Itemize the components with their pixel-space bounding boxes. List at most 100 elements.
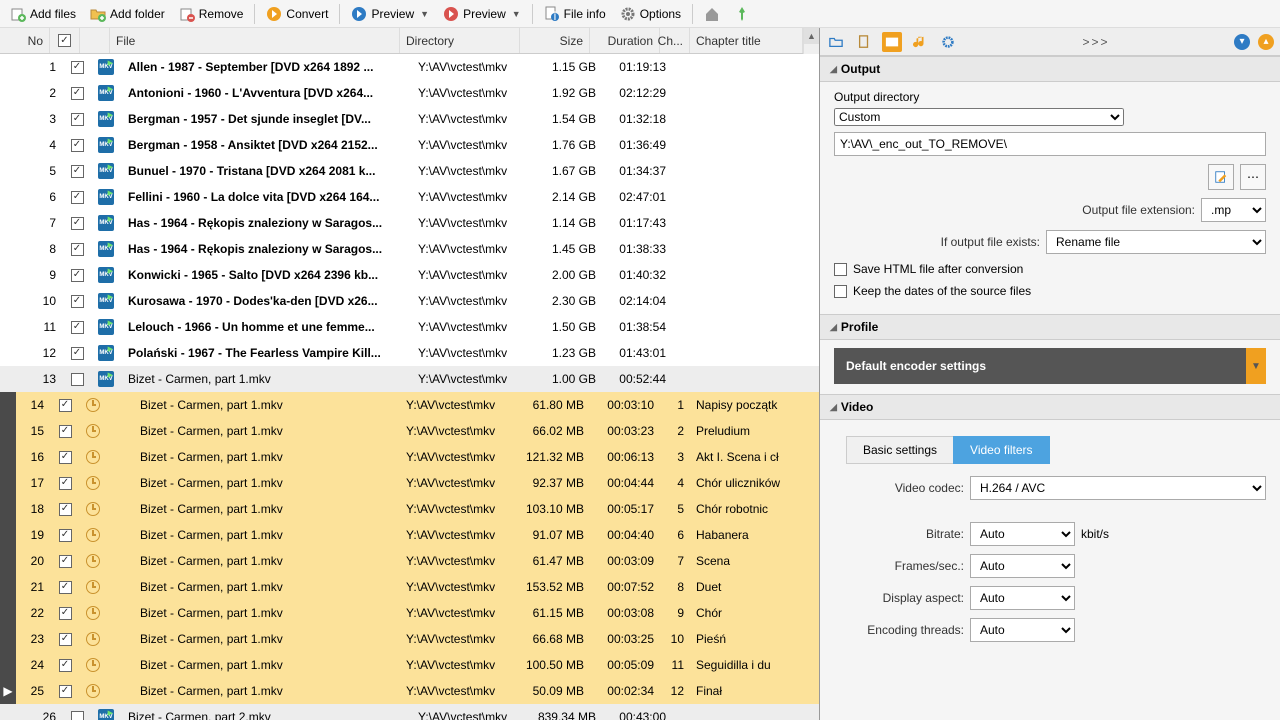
table-row[interactable]: 23Bizet - Carmen, part 1.mkvY:\AV\vctest… [0, 626, 819, 652]
options-button[interactable]: Options [614, 3, 687, 25]
cell-check[interactable] [62, 288, 92, 314]
cell-check[interactable] [50, 652, 80, 678]
cell-check[interactable] [50, 574, 80, 600]
table-row[interactable]: 12MKVPolański - 1967 - The Fearless Vamp… [0, 340, 819, 366]
col-chapter-no[interactable]: Ch... [660, 28, 690, 53]
table-row[interactable]: 1MKVAllen - 1987 - September [DVD x264 1… [0, 54, 819, 80]
video-fps[interactable]: Auto [970, 554, 1075, 578]
cell-check[interactable] [62, 158, 92, 184]
cell-check[interactable] [50, 678, 80, 704]
output-extension[interactable]: .mp4 [1201, 198, 1266, 222]
video-section-header[interactable]: Video [820, 394, 1280, 420]
more-tabs[interactable]: >>> [1082, 35, 1109, 49]
cell-check[interactable] [50, 600, 80, 626]
tab-basic-settings[interactable]: Basic settings [846, 436, 954, 464]
output-section-header[interactable]: Output [820, 56, 1280, 82]
dropdown-icon[interactable]: ▼ [512, 9, 521, 19]
tab-folder-icon[interactable] [826, 32, 846, 52]
col-size[interactable]: Size [520, 28, 590, 53]
cell-check[interactable] [62, 106, 92, 132]
col-check-all[interactable] [50, 28, 80, 53]
cell-check[interactable] [62, 366, 92, 392]
add-files-button[interactable]: Add files [4, 3, 82, 25]
video-bitrate[interactable]: Auto [970, 522, 1075, 546]
cell-check[interactable] [50, 392, 80, 418]
table-row[interactable]: 7MKVHas - 1964 - Rękopis znaleziony w Sa… [0, 210, 819, 236]
table-row[interactable]: 8MKVHas - 1964 - Rękopis znaleziony w Sa… [0, 236, 819, 262]
cell-check[interactable] [50, 522, 80, 548]
table-row[interactable]: 22Bizet - Carmen, part 1.mkvY:\AV\vctest… [0, 600, 819, 626]
tab-video-icon[interactable] [882, 32, 902, 52]
scroll-up-icon[interactable]: ▲ [804, 28, 819, 44]
profile-selector[interactable]: Default encoder settings▼ [834, 348, 1266, 384]
col-chapter-title[interactable]: Chapter title [690, 28, 803, 53]
table-row[interactable]: ▶25Bizet - Carmen, part 1.mkvY:\AV\vctes… [0, 678, 819, 704]
table-row[interactable]: 13MKVBizet - Carmen, part 1.mkvY:\AV\vct… [0, 366, 819, 392]
table-row[interactable]: 14Bizet - Carmen, part 1.mkvY:\AV\vctest… [0, 392, 819, 418]
table-row[interactable]: 3MKVBergman - 1957 - Det sjunde inseglet… [0, 106, 819, 132]
profile-dropdown-icon[interactable]: ▼ [1246, 348, 1266, 384]
cell-check[interactable] [50, 626, 80, 652]
output-dir-path[interactable] [834, 132, 1266, 156]
video-codec[interactable]: H.264 / AVC [970, 476, 1266, 500]
cell-check[interactable] [62, 262, 92, 288]
collapse-down-icon[interactable]: ▾ [1234, 34, 1250, 50]
cell-check[interactable] [62, 80, 92, 106]
table-row[interactable]: 15Bizet - Carmen, part 1.mkvY:\AV\vctest… [0, 418, 819, 444]
table-row[interactable]: 10MKVKurosawa - 1970 - Dodes'ka-den [DVD… [0, 288, 819, 314]
table-row[interactable]: 24Bizet - Carmen, part 1.mkvY:\AV\vctest… [0, 652, 819, 678]
table-row[interactable]: 6MKVFellini - 1960 - La dolce vita [DVD … [0, 184, 819, 210]
output-dir-mode[interactable]: Custom [834, 108, 1124, 126]
table-row[interactable]: 9MKVKonwicki - 1965 - Salto [DVD x264 23… [0, 262, 819, 288]
encoding-threads[interactable]: Auto [970, 618, 1075, 642]
edit-path-button[interactable] [1208, 164, 1234, 190]
scrollbar[interactable]: ▲ [803, 28, 819, 54]
table-row[interactable]: 20Bizet - Carmen, part 1.mkvY:\AV\vctest… [0, 548, 819, 574]
table-row[interactable]: 21Bizet - Carmen, part 1.mkvY:\AV\vctest… [0, 574, 819, 600]
table-row[interactable]: 26MKVBizet - Carmen, part 2.mkvY:\AV\vct… [0, 704, 819, 720]
cell-check[interactable] [62, 340, 92, 366]
cell-check[interactable] [50, 444, 80, 470]
cell-check[interactable] [62, 54, 92, 80]
cell-check[interactable] [62, 132, 92, 158]
save-html-checkbox[interactable] [834, 263, 847, 276]
table-row[interactable]: 17Bizet - Carmen, part 1.mkvY:\AV\vctest… [0, 470, 819, 496]
cell-check[interactable] [50, 496, 80, 522]
add-folder-button[interactable]: Add folder [84, 3, 171, 25]
preview1-button[interactable]: Preview▼ [345, 3, 435, 25]
remove-button[interactable]: Remove [173, 3, 250, 25]
pin-button[interactable] [728, 3, 756, 25]
tab-document-icon[interactable] [854, 32, 874, 52]
table-row[interactable]: 16Bizet - Carmen, part 1.mkvY:\AV\vctest… [0, 444, 819, 470]
cell-check[interactable] [62, 236, 92, 262]
table-row[interactable]: 2MKVAntonioni - 1960 - L'Avventura [DVD … [0, 80, 819, 106]
cell-check[interactable] [62, 184, 92, 210]
col-directory[interactable]: Directory [400, 28, 520, 53]
file-info-button[interactable]: iFile info [538, 3, 612, 25]
col-file[interactable]: File [110, 28, 400, 53]
cell-check[interactable] [62, 704, 92, 720]
video-aspect[interactable]: Auto [970, 586, 1075, 610]
browse-path-button[interactable]: ⋯ [1240, 164, 1266, 190]
cell-check[interactable] [50, 418, 80, 444]
collapse-up-icon[interactable]: ▴ [1258, 34, 1274, 50]
profile-section-header[interactable]: Profile [820, 314, 1280, 340]
keep-dates-checkbox[interactable] [834, 285, 847, 298]
col-no[interactable]: No [0, 28, 50, 53]
dropdown-icon[interactable]: ▼ [420, 9, 429, 19]
cell-check[interactable] [62, 210, 92, 236]
table-row[interactable]: 4MKVBergman - 1958 - Ansiktet [DVD x264 … [0, 132, 819, 158]
convert-button[interactable]: Convert [260, 3, 334, 25]
tab-video-filters[interactable]: Video filters [953, 436, 1049, 464]
table-row[interactable]: 5MKVBunuel - 1970 - Tristana [DVD x264 2… [0, 158, 819, 184]
home-button[interactable] [698, 3, 726, 25]
col-duration[interactable]: Duration [590, 28, 660, 53]
cell-check[interactable] [62, 314, 92, 340]
table-row[interactable]: 19Bizet - Carmen, part 1.mkvY:\AV\vctest… [0, 522, 819, 548]
table-row[interactable]: 11MKVLelouch - 1966 - Un homme et une fe… [0, 314, 819, 340]
tab-audio-icon[interactable] [910, 32, 930, 52]
preview2-button[interactable]: Preview▼ [437, 3, 527, 25]
cell-check[interactable] [50, 548, 80, 574]
output-exists-action[interactable]: Rename file [1046, 230, 1266, 254]
cell-check[interactable] [50, 470, 80, 496]
